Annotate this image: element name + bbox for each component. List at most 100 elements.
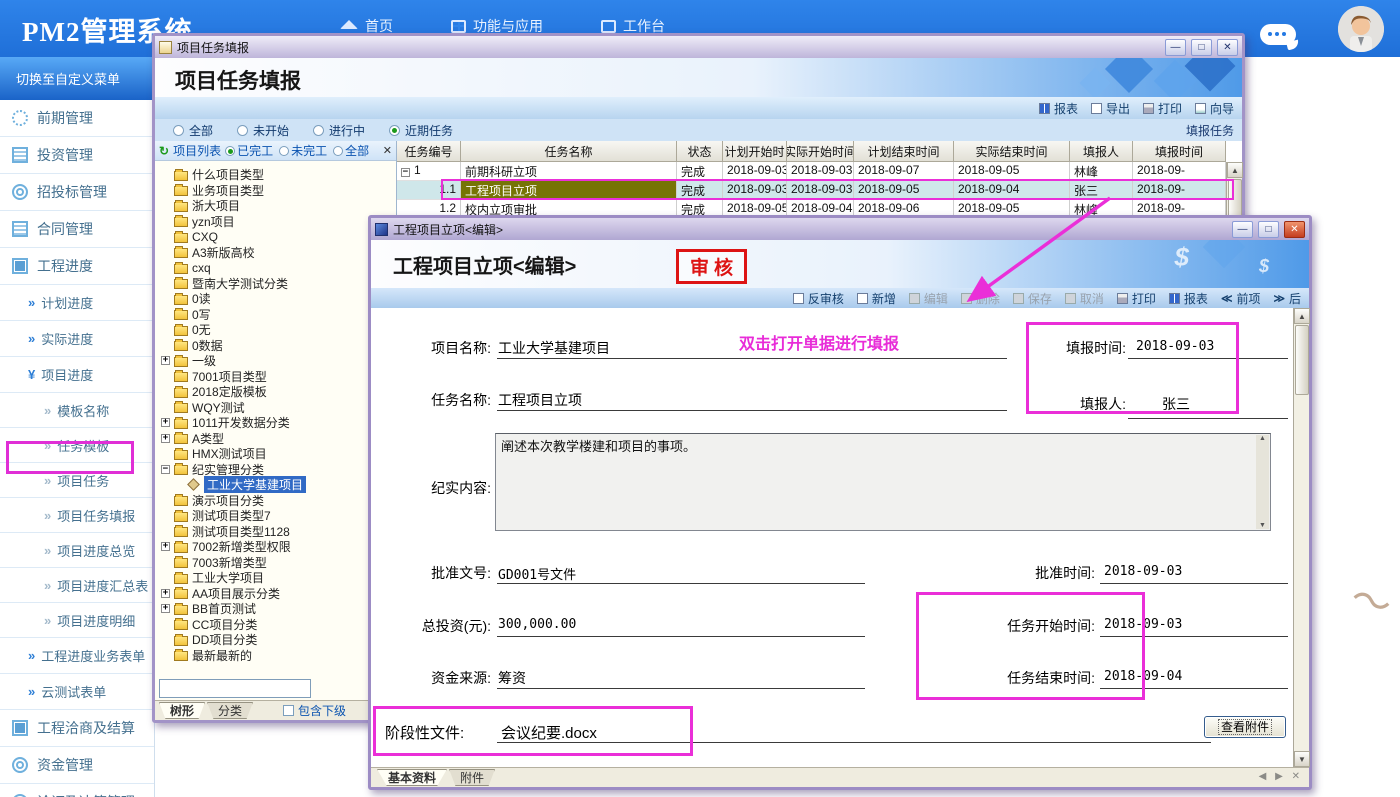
tree-item-7003新增类型[interactable]: 7003新增类型 <box>161 555 396 571</box>
scroll-down-icon[interactable]: ▼ <box>1259 522 1266 529</box>
tree-item-什么项目类型[interactable]: 什么项目类型 <box>161 167 396 183</box>
sidebar-item-资金管理[interactable]: 资金管理 <box>0 747 154 784</box>
expander-icon[interactable]: + <box>161 604 170 613</box>
task-end-field[interactable] <box>1100 688 1288 689</box>
sidebar-item-招投标管理[interactable]: 招投标管理 <box>0 174 154 211</box>
tree-item-工业大学项目[interactable]: 工业大学项目 <box>161 570 396 586</box>
tree-item-0数据[interactable]: 0数据 <box>161 338 396 354</box>
sidebar-item-合同管理[interactable]: 合同管理 <box>0 211 154 248</box>
column-header-状态[interactable]: 状态 <box>677 141 723 162</box>
scroll-down-icon[interactable]: ▼ <box>1294 751 1310 767</box>
task-name-value[interactable]: 工程项目立项 <box>498 390 582 410</box>
expander-icon[interactable]: + <box>161 434 170 443</box>
textarea-scrollbar[interactable]: ▲▼ <box>1256 435 1269 529</box>
tab-tree-view[interactable]: 树形 <box>159 702 205 719</box>
filter-近期任务[interactable]: 近期任务 <box>379 120 463 141</box>
filter-未开始[interactable]: 未开始 <box>227 120 299 141</box>
sidebar-item-工程进度[interactable]: 工程进度 <box>0 248 154 285</box>
close-button[interactable]: ✕ <box>1284 221 1305 238</box>
approval-time-value[interactable]: 2018-09-03 <box>1104 564 1182 579</box>
minimize-button[interactable]: — <box>1165 39 1186 56</box>
tree-item-2018定版模板[interactable]: 2018定版模板 <box>161 384 396 400</box>
fill-time-field[interactable] <box>1128 358 1288 359</box>
column-header-填报人[interactable]: 填报人 <box>1070 141 1133 162</box>
sidebar-item-工程进度业务表单[interactable]: »工程进度业务表单 <box>0 638 154 674</box>
tree-close-icon[interactable]: ✕ <box>383 144 392 157</box>
tree-item-HMX测试项目[interactable]: HMX测试项目 <box>161 446 396 462</box>
close-button[interactable]: ✕ <box>1217 39 1238 56</box>
column-header-计划结束时间[interactable]: 计划结束时间 <box>854 141 954 162</box>
toolbar-打印[interactable]: 打印 <box>1143 100 1182 117</box>
tree-item-CC项目分类[interactable]: CC项目分类 <box>161 617 396 633</box>
tree-item-工业大学基建项目[interactable]: 工业大学基建项目 <box>161 477 396 493</box>
filter-进行中[interactable]: 进行中 <box>303 120 375 141</box>
toolbar-报表[interactable]: 报表 <box>1169 290 1208 307</box>
tree-search-input[interactable] <box>159 679 311 698</box>
sidebar-item-项目进度明细[interactable]: »项目进度明细 <box>0 603 154 638</box>
expander-icon[interactable]: + <box>161 418 170 427</box>
tab-nav-icons[interactable]: ◀ ▶ ✕ <box>1259 771 1303 782</box>
tree-radio-未完工[interactable]: 未完工 <box>279 142 327 159</box>
sidebar-item-项目任务[interactable]: »项目任务 <box>0 463 154 498</box>
toolbar-反审核[interactable]: 反审核 <box>793 290 844 307</box>
tree-radio-全部[interactable]: 全部 <box>333 142 369 159</box>
sidebar-item-项目进度总览[interactable]: »项目进度总览 <box>0 533 154 568</box>
expander-icon[interactable]: + <box>161 356 170 365</box>
total-investment-value[interactable]: 300,000.00 <box>498 617 576 632</box>
record-content-textarea[interactable]: 阐述本次教学楼建和项目的事项。 ▲▼ <box>495 433 1271 531</box>
toolbar-报表[interactable]: 报表 <box>1039 100 1078 117</box>
form-vscrollbar[interactable]: ▲ ▼ <box>1293 308 1309 767</box>
column-header-任务编号[interactable]: 任务编号 <box>397 141 461 162</box>
scroll-up-icon[interactable]: ▲ <box>1294 308 1310 324</box>
fund-source-value[interactable]: 筹资 <box>498 668 526 688</box>
switch-custom-menu[interactable]: 切换至自定义菜单 <box>0 57 154 100</box>
tree-item-A类型[interactable]: +A类型 <box>161 431 396 447</box>
sidebar-item-论证及决策管理[interactable]: 论证及决策管理 <box>0 784 154 797</box>
fill-time-value[interactable]: 2018-09-03 <box>1136 339 1214 354</box>
tree-item-cxq[interactable]: cxq <box>161 260 396 276</box>
stage-file-value[interactable]: 会议纪要.docx <box>501 722 597 743</box>
tree-item-1011开发数据分类[interactable]: +1011开发数据分类 <box>161 415 396 431</box>
stage-file-field[interactable] <box>497 742 1211 743</box>
sidebar-item-项目任务填报[interactable]: »项目任务填报 <box>0 498 154 533</box>
approval-no-field[interactable] <box>497 583 865 584</box>
win2-titlebar[interactable]: 工程项目立项<编辑> — □ ✕ <box>371 218 1309 240</box>
table-row-1[interactable]: −1前期科研立项完成2018-09-032018-09-032018-09-07… <box>397 162 1242 181</box>
tree-item-测试项目类型1128[interactable]: 测试项目类型1128 <box>161 524 396 540</box>
tree-item-WQY测试[interactable]: WQY测试 <box>161 400 396 416</box>
project-name-value[interactable]: 工业大学基建项目 <box>498 338 610 358</box>
column-header-实际结束时间[interactable]: 实际结束时间 <box>954 141 1070 162</box>
task-start-value[interactable]: 2018-09-03 <box>1104 617 1182 632</box>
tree-item-7002新增类型权限[interactable]: +7002新增类型权限 <box>161 539 396 555</box>
task-start-field[interactable] <box>1100 636 1288 637</box>
sidebar-item-云测试表单[interactable]: »云测试表单 <box>0 674 154 710</box>
approval-no-value[interactable]: GD001号文件 <box>498 564 576 583</box>
tree-item-7001项目类型[interactable]: 7001项目类型 <box>161 369 396 385</box>
column-header-任务名称[interactable]: 任务名称 <box>461 141 677 162</box>
tree-item-纪实管理分类[interactable]: −纪实管理分类 <box>161 462 396 478</box>
tree-item-CXQ[interactable]: CXQ <box>161 229 396 245</box>
sidebar-item-计划进度[interactable]: »计划进度 <box>0 285 154 321</box>
tree-item-AA项目展示分类[interactable]: +AA项目展示分类 <box>161 586 396 602</box>
tree-item-0读[interactable]: 0读 <box>161 291 396 307</box>
tree-item-BB首页测试[interactable]: +BB首页测试 <box>161 601 396 617</box>
tree-item-yzn项目[interactable]: yzn项目 <box>161 214 396 230</box>
tree-item-浙大项目[interactable]: 浙大项目 <box>161 198 396 214</box>
fund-source-field[interactable] <box>497 688 865 689</box>
task-name-field[interactable] <box>497 410 1007 411</box>
tree-item-一级[interactable]: +一级 <box>161 353 396 369</box>
user-avatar[interactable] <box>1338 6 1384 52</box>
tree-item-0写[interactable]: 0写 <box>161 307 396 323</box>
refresh-icon[interactable]: ↻ <box>159 144 169 158</box>
task-end-value[interactable]: 2018-09-04 <box>1104 669 1182 684</box>
tab-attachment[interactable]: 附件 <box>449 769 495 786</box>
view-attachment-button[interactable]: 查看附件 <box>1204 716 1286 738</box>
tree-item-暨南大学测试分类[interactable]: 暨南大学测试分类 <box>161 276 396 292</box>
tree-item-测试项目类型7[interactable]: 测试项目类型7 <box>161 508 396 524</box>
scroll-up-icon[interactable]: ▲ <box>1259 435 1266 442</box>
filler-value[interactable]: 张三 <box>1162 394 1190 414</box>
toolbar-新增[interactable]: 新增 <box>857 290 896 307</box>
toolbar-前项[interactable]: ≪前项 <box>1221 290 1261 307</box>
tree-item-0无[interactable]: 0无 <box>161 322 396 338</box>
chat-icon[interactable] <box>1260 24 1300 50</box>
